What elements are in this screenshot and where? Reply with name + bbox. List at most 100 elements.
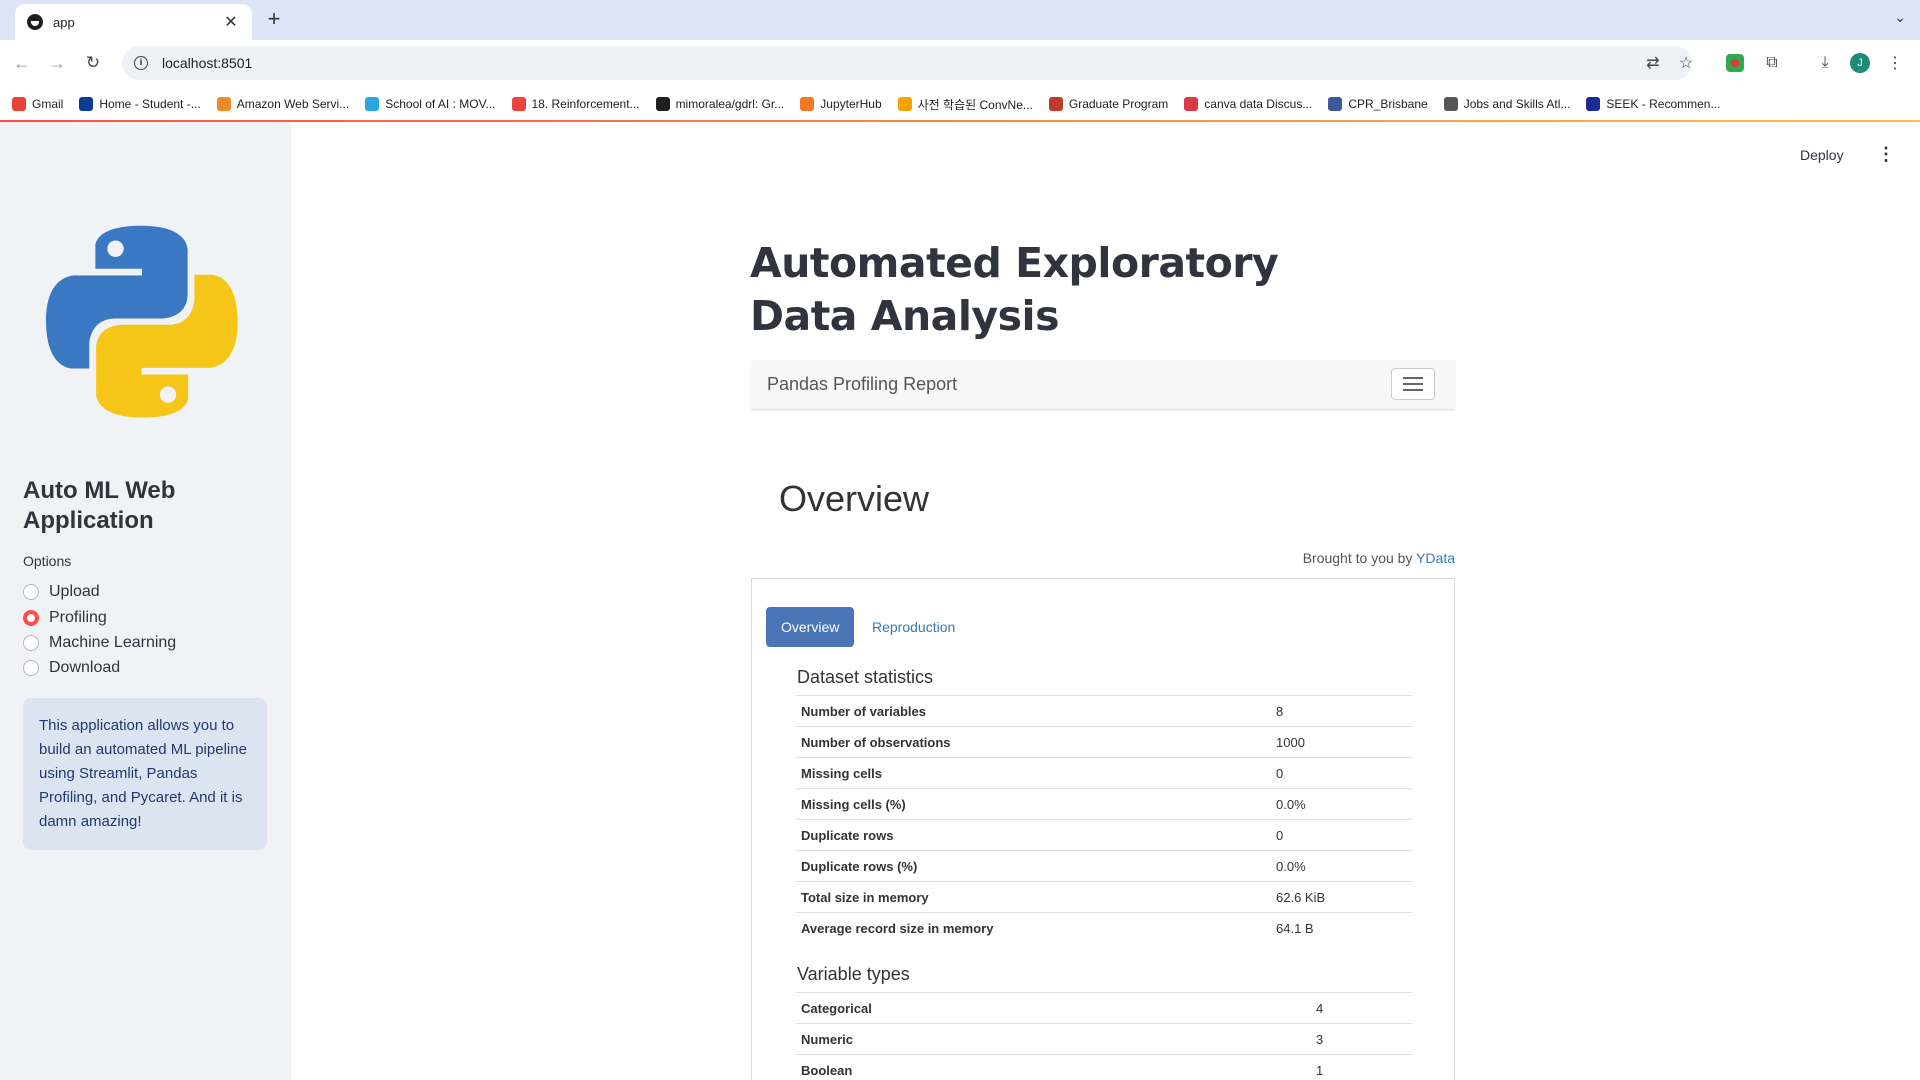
tab-overview[interactable]: Overview (766, 607, 855, 647)
navbar-toggle-hamburger-icon[interactable] (1391, 368, 1435, 400)
radio-button[interactable] (23, 584, 39, 600)
bookmark-favicon-icon (216, 97, 231, 111)
radio-option-machine-learning[interactable]: Machine Learning (23, 634, 176, 652)
bookmark-label: 사전 학습된 ConvNe... (917, 97, 1033, 112)
main-menu-icon[interactable]: ⋮ (1877, 144, 1895, 165)
site-info-icon[interactable]: i (134, 56, 148, 70)
deploy-button[interactable]: Deploy (1800, 147, 1844, 163)
options-label: Options (23, 553, 72, 569)
back-arrow-icon[interactable]: ← (11, 52, 33, 74)
extensions-puzzle-icon[interactable]: ⧉ (1760, 50, 1784, 76)
tab-title: app (53, 14, 75, 30)
bookmark-favicon-icon (1443, 97, 1458, 111)
bookmark-label: Gmail (32, 97, 64, 111)
download-icon[interactable]: ⤓ (1813, 50, 1837, 76)
stat-key: Duplicate rows (796, 819, 1271, 851)
dataset-statistics-table: Number of variables 8 Number of observatio… (796, 695, 1412, 944)
radio-label: Upload (49, 583, 100, 600)
extension-record-icon[interactable] (1723, 50, 1747, 76)
bookmark-item[interactable]: School of AI : MOV... (365, 97, 496, 111)
new-tab-icon[interactable]: + (262, 8, 286, 32)
bookmark-item[interactable]: SEEK - Recommen... (1586, 97, 1720, 111)
table-row: Total size in memory 62.6 KiB (796, 881, 1412, 913)
address-bar[interactable]: i localhost:8501 (122, 46, 1692, 80)
bookmark-item[interactable]: Jobs and Skills Atl... (1443, 97, 1571, 111)
bookmark-label: 18. Reinforcement... (531, 97, 640, 111)
radio-button[interactable] (23, 660, 39, 676)
stat-value: 1 (1311, 1054, 1412, 1080)
profile-avatar[interactable]: J (1848, 50, 1872, 76)
bookmark-label: Graduate Program (1068, 97, 1169, 111)
stat-key: Categorical (796, 992, 1311, 1024)
browser-tab-strip: app ✕ + ⌄ (0, 0, 1920, 40)
sidebar-app-title: Auto ML Web Application (23, 477, 176, 534)
bookmark-label: JupyterHub (820, 97, 882, 111)
bookmark-label: Jobs and Skills Atl... (1463, 97, 1571, 111)
browser-menu-icon[interactable]: ⋮ (1885, 50, 1905, 76)
bookmark-item[interactable]: Graduate Program (1048, 97, 1169, 111)
stat-key: Number of variables (796, 695, 1271, 727)
table-row: Number of observations 1000 (796, 726, 1412, 758)
radio-option-profiling[interactable]: Profiling (23, 609, 107, 627)
page-title: Automated Exploratory Data Analysis (750, 239, 1279, 340)
bookmark-item[interactable]: Amazon Web Servi... (216, 97, 350, 111)
table-row: Duplicate rows (%) 0.0% (796, 850, 1412, 882)
reload-icon[interactable]: ↻ (82, 52, 104, 74)
stat-value: 4 (1311, 992, 1412, 1024)
ydata-link[interactable]: YData (1416, 550, 1455, 566)
bookmark-favicon-icon (365, 97, 380, 111)
stat-value: 0 (1271, 819, 1412, 851)
radio-option-download[interactable]: Download (23, 659, 120, 677)
bookmark-favicon-icon (1048, 97, 1063, 111)
translate-icon[interactable]: ⇄ (1642, 50, 1664, 76)
bookmark-item[interactable]: 18. Reinforcement... (511, 97, 640, 111)
close-tab-icon[interactable]: ✕ (222, 12, 240, 32)
bookmark-star-icon[interactable]: ☆ (1675, 50, 1697, 76)
report-navbar: Pandas Profiling Report (751, 360, 1455, 410)
url-text: localhost:8501 (162, 55, 253, 71)
brought-to-you-text: Brought to you by YData (1200, 550, 1455, 566)
stat-value: 64.1 B (1271, 912, 1412, 944)
bookmark-favicon-icon (800, 97, 815, 111)
stat-value: 1000 (1271, 726, 1412, 758)
bookmark-item[interactable]: canva data Discus... (1184, 97, 1312, 111)
info-alert: This application allows you to build an … (23, 698, 267, 850)
table-row: Boolean 1 (796, 1054, 1412, 1080)
bookmark-item[interactable]: CPR_Brisbane (1328, 97, 1428, 111)
stat-key: Numeric (796, 1023, 1311, 1055)
bookmark-label: Amazon Web Servi... (236, 97, 350, 111)
stat-value: 62.6 KiB (1271, 881, 1412, 913)
report-brand-link[interactable]: Pandas Profiling Report (767, 374, 957, 395)
stat-value: 8 (1271, 695, 1412, 727)
stat-value: 0.0% (1271, 850, 1412, 882)
bookmark-item[interactable]: mimoralea/gdrl: Gr... (655, 97, 785, 111)
stat-key: Missing cells (%) (796, 788, 1271, 820)
stat-key: Boolean (796, 1054, 1311, 1080)
browser-tab[interactable]: app ✕ (15, 4, 252, 40)
radio-option-upload[interactable]: Upload (23, 583, 100, 601)
bookmark-item[interactable]: 사전 학습된 ConvNe... (897, 96, 1033, 113)
streamlit-favicon-icon (27, 14, 43, 30)
radio-button[interactable] (23, 635, 39, 651)
radio-label: Download (49, 659, 121, 676)
tab-search-chevron-icon[interactable]: ⌄ (1894, 9, 1906, 26)
stat-key: Average record size in memory (796, 912, 1271, 944)
table-row: Numeric 3 (796, 1023, 1412, 1055)
variable-types-table: Categorical 4 Numeric 3 Boolean 1 (796, 992, 1412, 1080)
bookmark-item[interactable]: Home - Student -... (79, 97, 201, 111)
stat-key: Duplicate rows (%) (796, 850, 1271, 882)
bookmark-favicon-icon (897, 97, 912, 111)
bookmark-item[interactable]: JupyterHub (800, 97, 882, 111)
table-row: Average record size in memory 64.1 B (796, 912, 1412, 944)
forward-arrow-icon[interactable]: → (46, 52, 68, 74)
bookmark-item[interactable]: Gmail (12, 97, 63, 111)
tab-reproduction[interactable]: Reproduction (857, 607, 970, 647)
stat-value: 0 (1271, 757, 1412, 789)
radio-button-selected[interactable] (23, 610, 39, 626)
table-row: Missing cells 0 (796, 757, 1412, 789)
overview-panel: Overview Reproduction Dataset statistics… (751, 578, 1455, 1080)
bookmark-label: mimoralea/gdrl: Gr... (675, 97, 785, 111)
stat-key: Number of observations (796, 726, 1271, 758)
bookmark-favicon-icon (511, 97, 526, 111)
bookmark-label: canva data Discus... (1204, 97, 1313, 111)
